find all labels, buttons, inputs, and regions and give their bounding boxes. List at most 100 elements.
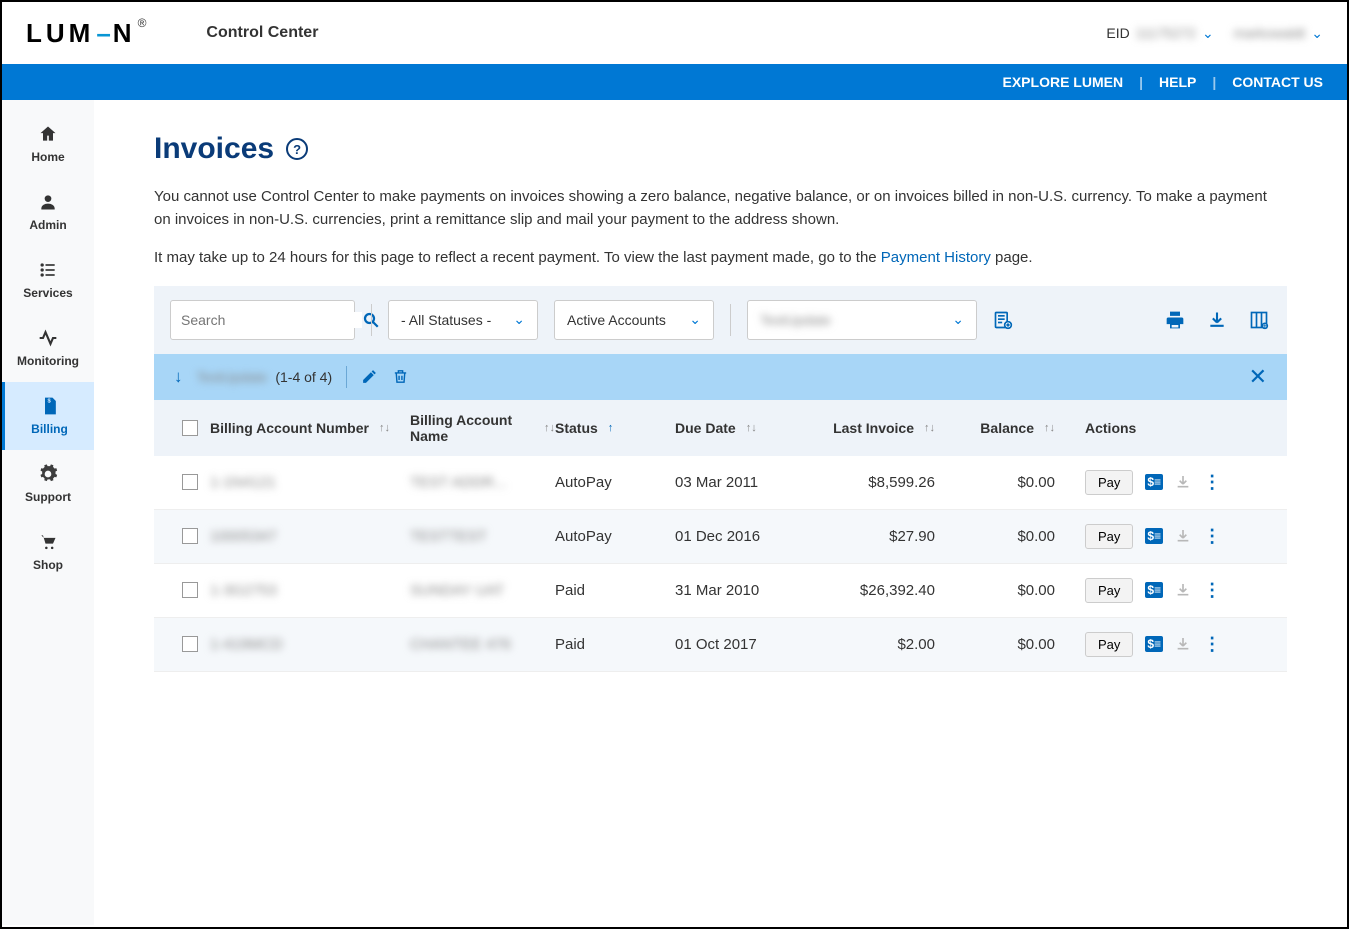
search-box (170, 300, 355, 340)
payment-history-link[interactable]: Payment History (881, 249, 991, 266)
download-row-icon[interactable] (1175, 636, 1191, 652)
sort-icon: ↑↓ (1044, 422, 1055, 434)
invoice-doc-icon[interactable]: $≡ (1145, 582, 1163, 598)
sidebar-item-support[interactable]: Support (2, 450, 94, 518)
search-input[interactable] (181, 312, 362, 328)
col-header-status[interactable]: Status↑ (555, 420, 675, 436)
select-all-checkbox[interactable] (182, 420, 198, 436)
sidebar-item-services[interactable]: Services (2, 246, 94, 314)
cell-last-invoice: $8,599.26 (868, 474, 935, 491)
cell-name: TEST ADDR... (410, 474, 506, 491)
cell-due: 01 Dec 2016 (675, 528, 760, 545)
cell-last-invoice: $27.90 (889, 528, 935, 545)
cart-icon (38, 532, 58, 552)
cell-name: SUNDAY UAT (410, 582, 504, 599)
columns-settings-icon[interactable] (1249, 310, 1271, 330)
cell-last-invoice: $2.00 (897, 636, 935, 653)
cell-due: 01 Oct 2017 (675, 636, 757, 653)
cell-status: Paid (555, 582, 585, 599)
table-row: 1-419MCD CHANTEE 476 Paid 01 Oct 2017 $2… (154, 618, 1287, 672)
invoice-doc-icon[interactable]: $≡ (1145, 636, 1163, 652)
sidebar-item-label: Shop (33, 558, 63, 572)
col-header-ban[interactable]: Billing Account Number↑↓ (210, 420, 410, 436)
row-checkbox[interactable] (182, 582, 198, 598)
sidebar-item-label: Support (25, 490, 71, 504)
chevron-down-icon: ⌄ (1311, 25, 1323, 42)
sidebar-item-billing[interactable]: $ Billing (2, 382, 94, 450)
row-checkbox[interactable] (182, 474, 198, 490)
cell-status: AutoPay (555, 528, 612, 545)
list-icon (38, 260, 58, 280)
help-icon[interactable]: ? (286, 138, 308, 160)
sidebar-item-home[interactable]: Home (2, 110, 94, 178)
cell-ban: 1-3G2753 (210, 582, 277, 599)
pay-button[interactable]: Pay (1085, 470, 1133, 495)
row-menu-icon[interactable]: ⋮ (1203, 634, 1221, 655)
accounts-filter-dropdown[interactable]: Active Accounts ⌄ (554, 300, 714, 340)
gear-icon (38, 464, 58, 484)
cell-name: TESTTEST (410, 528, 487, 545)
sidebar: Home Admin Services Monitoring $ Billing (2, 100, 94, 925)
row-menu-icon[interactable]: ⋮ (1203, 580, 1221, 601)
download-icon[interactable] (1207, 310, 1229, 330)
download-row-icon[interactable] (1175, 528, 1191, 544)
explore-link[interactable]: EXPLORE LUMEN (1003, 74, 1124, 90)
col-header-name[interactable]: Billing Account Name↑↓ (410, 412, 555, 444)
selection-count: (1-4 of 4) (275, 369, 332, 385)
selection-group-name: TestUpdate (197, 369, 268, 385)
close-icon[interactable]: ✕ (1249, 364, 1267, 390)
sort-asc-icon: ↑ (608, 422, 614, 434)
pay-button[interactable]: Pay (1085, 632, 1133, 657)
activity-icon (38, 328, 58, 348)
user-dropdown[interactable]: markowaldt ⌄ (1234, 25, 1323, 42)
contact-link[interactable]: CONTACT US (1232, 74, 1323, 90)
sidebar-item-shop[interactable]: Shop (2, 518, 94, 586)
cell-balance: $0.00 (1017, 474, 1055, 491)
cell-status: Paid (555, 636, 585, 653)
table-row: 1-1N4121 TEST ADDR... AutoPay 03 Mar 201… (154, 456, 1287, 510)
table-row: 1-3G2753 SUNDAY UAT Paid 31 Mar 2010 $26… (154, 564, 1287, 618)
sidebar-item-monitoring[interactable]: Monitoring (2, 314, 94, 382)
sort-icon: ↑↓ (544, 422, 555, 434)
user-name: markowaldt (1234, 25, 1306, 41)
cell-ban: 10005347 (210, 528, 277, 545)
secondary-nav: EXPLORE LUMEN | HELP | CONTACT US (2, 64, 1347, 100)
eid-value: 11175272 (1136, 25, 1196, 41)
user-icon (38, 192, 58, 212)
col-header-last-invoice[interactable]: Last Invoice↑↓ (805, 420, 935, 436)
group-filter-dropdown[interactable]: TestUpdate ⌄ (747, 300, 977, 340)
col-header-due[interactable]: Due Date↑↓ (675, 420, 805, 436)
page-title: Invoices (154, 132, 274, 166)
trash-icon[interactable] (392, 368, 409, 385)
sidebar-item-label: Services (23, 286, 72, 300)
add-filter-icon[interactable] (993, 310, 1015, 330)
table-row: 10005347 TESTTEST AutoPay 01 Dec 2016 $2… (154, 510, 1287, 564)
col-header-balance[interactable]: Balance↑↓ (935, 420, 1055, 436)
brand-logo[interactable]: LUM–N® (26, 18, 146, 49)
pay-button[interactable]: Pay (1085, 578, 1133, 603)
chevron-down-icon: ⌄ (689, 311, 701, 328)
sidebar-item-admin[interactable]: Admin (2, 178, 94, 246)
chevron-down-icon: ⌄ (513, 311, 525, 328)
arrow-down-icon[interactable]: ↓ (174, 367, 183, 387)
help-link[interactable]: HELP (1159, 74, 1196, 90)
edit-icon[interactable] (361, 368, 378, 385)
cell-last-invoice: $26,392.40 (860, 582, 935, 599)
row-checkbox[interactable] (182, 636, 198, 652)
invoice-doc-icon[interactable]: $≡ (1145, 474, 1163, 490)
row-menu-icon[interactable]: ⋮ (1203, 526, 1221, 547)
status-filter-dropdown[interactable]: - All Statuses - ⌄ (388, 300, 538, 340)
print-icon[interactable] (1165, 310, 1187, 330)
page-description-2: It may take up to 24 hours for this page… (154, 247, 1287, 270)
pay-button[interactable]: Pay (1085, 524, 1133, 549)
download-row-icon[interactable] (1175, 582, 1191, 598)
eid-dropdown[interactable]: EID 11175272 ⌄ (1106, 25, 1213, 42)
download-row-icon[interactable] (1175, 474, 1191, 490)
invoice-doc-icon[interactable]: $≡ (1145, 528, 1163, 544)
sidebar-item-label: Admin (29, 218, 66, 232)
home-icon (38, 124, 58, 144)
cell-ban: 1-419MCD (210, 636, 283, 653)
row-checkbox[interactable] (182, 528, 198, 544)
row-menu-icon[interactable]: ⋮ (1203, 472, 1221, 493)
cell-name: CHANTEE 476 (410, 636, 511, 653)
